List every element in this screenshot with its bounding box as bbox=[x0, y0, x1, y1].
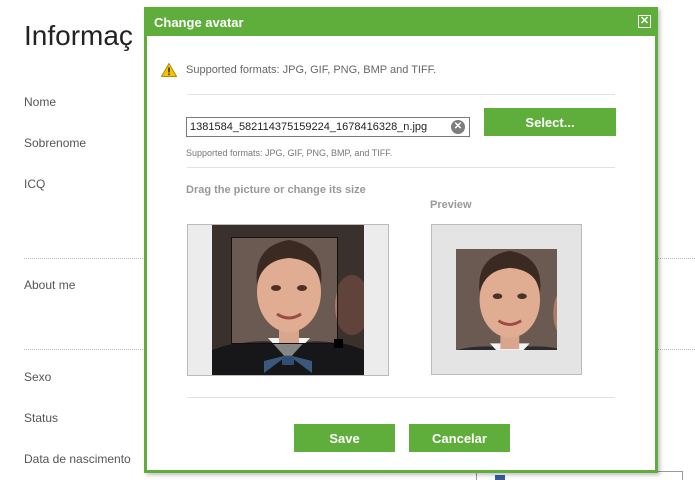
label-icq: ICQ bbox=[24, 177, 46, 191]
dialog-title: Change avatar bbox=[154, 15, 244, 30]
crop-area[interactable] bbox=[187, 224, 389, 376]
label-first-name: Nome bbox=[24, 95, 57, 109]
select-file-button[interactable]: Select... bbox=[484, 108, 616, 136]
file-path-input[interactable]: 1381584_582114375159224_1678416328_n.jpg bbox=[186, 117, 470, 137]
resize-handle[interactable] bbox=[334, 339, 343, 348]
preview-photo bbox=[456, 249, 557, 350]
warning-icon bbox=[161, 63, 177, 77]
crop-selection-photo bbox=[232, 238, 337, 343]
label-status: Status bbox=[24, 411, 59, 425]
clear-icon[interactable]: ✕ bbox=[451, 120, 465, 134]
warning-text: Supported formats: JPG, GIF, PNG, BMP an… bbox=[186, 64, 437, 76]
divider bbox=[187, 167, 615, 168]
formats-hint: Supported formats: JPG, GIF, PNG, BMP, a… bbox=[186, 148, 393, 158]
cancel-button[interactable]: Cancelar bbox=[409, 424, 510, 452]
label-last-name: Sobrenome bbox=[24, 136, 87, 150]
preview-section-label: Preview bbox=[430, 199, 472, 211]
crop-section-label: Drag the picture or change its size bbox=[186, 184, 366, 196]
warning-row: Supported formats: JPG, GIF, PNG, BMP an… bbox=[161, 63, 436, 77]
change-avatar-dialog: Change avatar ✕ Supported formats: JPG, … bbox=[144, 7, 658, 473]
label-about: About me bbox=[24, 278, 76, 292]
label-gender: Sexo bbox=[24, 370, 52, 384]
close-icon[interactable]: ✕ bbox=[638, 15, 651, 28]
dialog-header: Change avatar ✕ bbox=[147, 10, 655, 36]
divider bbox=[187, 94, 615, 95]
save-button[interactable]: Save bbox=[294, 424, 395, 452]
divider bbox=[187, 397, 615, 398]
crop-selection[interactable] bbox=[231, 237, 338, 344]
page-title: Informaç bbox=[24, 20, 133, 51]
preview-area bbox=[431, 224, 582, 375]
facebook-icon bbox=[495, 475, 505, 480]
label-birthdate: Data de nascimento bbox=[24, 452, 131, 466]
